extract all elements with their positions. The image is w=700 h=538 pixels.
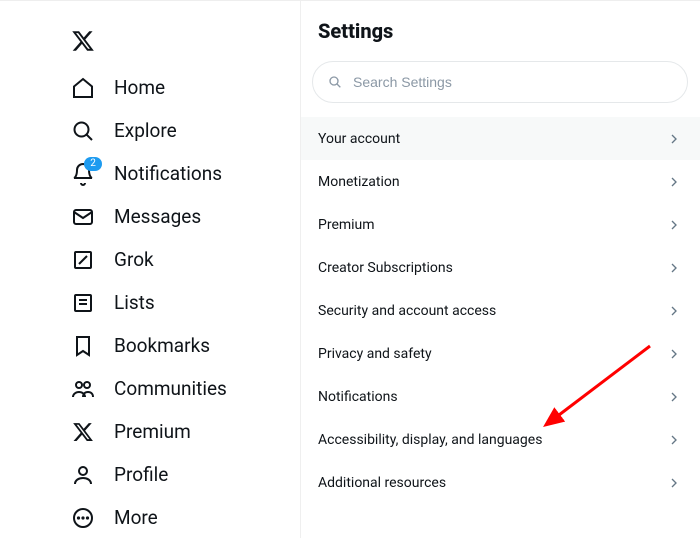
page-title: Settings [318, 19, 700, 43]
nav-label: Explore [114, 119, 177, 142]
settings-item-privacy-and-safety[interactable]: Privacy and safety [300, 332, 700, 375]
settings-item-label: Premium [318, 217, 375, 233]
nav-grok[interactable]: Grok [70, 238, 300, 281]
nav-label: Premium [114, 420, 191, 443]
search-icon [70, 118, 96, 144]
chevron-right-icon [666, 303, 682, 319]
chevron-right-icon [666, 389, 682, 405]
nav-label: Notifications [114, 162, 222, 185]
chevron-right-icon [666, 346, 682, 362]
nav-communities[interactable]: Communities [70, 367, 300, 410]
settings-item-security-and-account-access[interactable]: Security and account access [300, 289, 700, 332]
x-logo-icon [70, 28, 96, 54]
nav-label: Home [114, 76, 165, 99]
chevron-right-icon [666, 174, 682, 190]
chevron-right-icon [666, 131, 682, 147]
home-icon [70, 75, 96, 101]
sidebar: Home Explore 2 Notifications Messages [0, 1, 300, 538]
nav-lists[interactable]: Lists [70, 281, 300, 324]
settings-item-additional-resources[interactable]: Additional resources [300, 461, 700, 504]
nav-label: Lists [114, 291, 155, 314]
settings-item-monetization[interactable]: Monetization [300, 160, 700, 203]
grok-icon [70, 247, 96, 273]
envelope-icon [70, 204, 96, 230]
settings-item-label: Your account [318, 131, 400, 147]
nav-more[interactable]: More [70, 496, 300, 538]
settings-item-label: Notifications [318, 389, 398, 405]
chevron-right-icon [666, 475, 682, 491]
more-icon [70, 505, 96, 531]
notification-badge: 2 [84, 157, 102, 171]
nav-label: Grok [114, 248, 154, 271]
settings-item-label: Security and account access [318, 303, 496, 319]
x-logo-icon [70, 419, 96, 445]
communities-icon [70, 376, 96, 402]
nav-label: Communities [114, 377, 227, 400]
nav-label: Messages [114, 205, 201, 228]
nav-label: Profile [114, 463, 168, 486]
nav-profile[interactable]: Profile [70, 453, 300, 496]
settings-item-your-account[interactable]: Your account [300, 117, 700, 160]
vertical-divider [300, 1, 301, 538]
search-icon [327, 74, 343, 90]
settings-item-accessibility-display-and-languages[interactable]: Accessibility, display, and languages [300, 418, 700, 461]
settings-item-label: Privacy and safety [318, 346, 432, 362]
settings-item-premium[interactable]: Premium [300, 203, 700, 246]
nav-bookmarks[interactable]: Bookmarks [70, 324, 300, 367]
nav-label: Bookmarks [114, 334, 210, 357]
search-settings[interactable] [312, 61, 688, 103]
chevron-right-icon [666, 217, 682, 233]
nav-notifications[interactable]: 2 Notifications [70, 152, 300, 195]
settings-item-notifications[interactable]: Notifications [300, 375, 700, 418]
lists-icon [70, 290, 96, 316]
nav-label: More [114, 506, 158, 529]
nav-messages[interactable]: Messages [70, 195, 300, 238]
nav-home[interactable]: Home [70, 66, 300, 109]
bookmark-icon [70, 333, 96, 359]
chevron-right-icon [666, 432, 682, 448]
settings-item-label: Additional resources [318, 475, 446, 491]
nav-premium[interactable]: Premium [70, 410, 300, 453]
bell-icon: 2 [70, 161, 96, 187]
settings-panel: Settings Your account Monetization Premium… [300, 1, 700, 538]
chevron-right-icon [666, 260, 682, 276]
nav-explore[interactable]: Explore [70, 109, 300, 152]
settings-list: Your account Monetization Premium Creator S… [300, 117, 700, 504]
logo[interactable] [70, 19, 300, 62]
profile-icon [70, 462, 96, 488]
search-input[interactable] [351, 73, 673, 91]
settings-item-creator-subscriptions[interactable]: Creator Subscriptions [300, 246, 700, 289]
settings-item-label: Monetization [318, 174, 400, 190]
settings-item-label: Accessibility, display, and languages [318, 432, 542, 448]
app-root: Home Explore 2 Notifications Messages [0, 0, 700, 538]
settings-item-label: Creator Subscriptions [318, 260, 453, 276]
